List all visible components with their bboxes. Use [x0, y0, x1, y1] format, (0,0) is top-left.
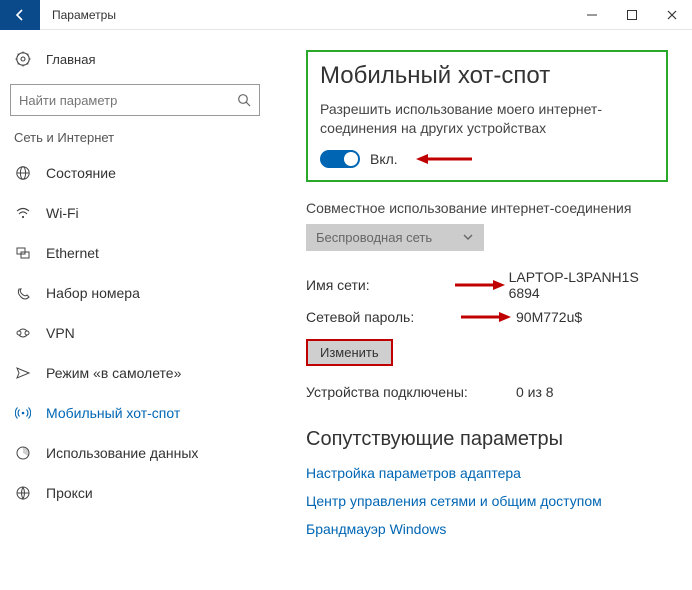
annotation-arrow-icon: [456, 310, 516, 324]
edit-button[interactable]: Изменить: [306, 339, 393, 366]
maximize-button[interactable]: [612, 0, 652, 30]
back-button[interactable]: [0, 0, 40, 30]
toggle-description: Разрешить использование моего интернет-с…: [320, 100, 654, 138]
network-password-row: Сетевой пароль: 90M772u$: [306, 309, 668, 325]
devices-connected-value: 0 из 8: [516, 384, 554, 400]
chevron-down-icon: [462, 231, 474, 243]
page-title: Мобильный хот-спот: [320, 62, 654, 90]
wifi-icon: [14, 205, 32, 221]
toggle-state-label: Вкл.: [370, 151, 398, 167]
gear-icon: [14, 51, 32, 67]
sidebar: Главная Сеть и Интернет Состояние Wi-Fi …: [0, 30, 270, 590]
globe-icon: [14, 165, 32, 181]
sidebar-item-vpn[interactable]: VPN: [4, 313, 266, 353]
annotation-arrow-icon: [451, 278, 509, 292]
airplane-icon: [14, 365, 32, 381]
search-box[interactable]: [10, 84, 260, 116]
sidebar-home[interactable]: Главная: [4, 42, 266, 76]
sidebar-item-label: Набор номера: [46, 285, 140, 301]
sidebar-item-airplane[interactable]: Режим «в самолете»: [4, 353, 266, 393]
highlight-box-green: Мобильный хот-спот Разрешить использован…: [306, 50, 668, 182]
annotation-arrow-icon: [416, 151, 472, 167]
sidebar-item-label: Мобильный хот-спот: [46, 405, 180, 421]
hotspot-icon: [14, 405, 32, 421]
share-connection-dropdown[interactable]: Беспроводная сеть: [306, 224, 484, 251]
minimize-button[interactable]: [572, 0, 612, 30]
search-input[interactable]: [19, 93, 219, 108]
network-name-value: LAPTOP-L3PANH1S 6894: [509, 269, 668, 301]
link-firewall[interactable]: Брандмауэр Windows: [306, 521, 668, 537]
network-password-value: 90M772u$: [516, 309, 582, 325]
network-password-label: Сетевой пароль:: [306, 309, 456, 325]
link-adapter-settings[interactable]: Настройка параметров адаптера: [306, 465, 668, 481]
sidebar-item-label: Прокси: [46, 485, 93, 501]
sidebar-item-hotspot[interactable]: Мобильный хот-спот: [4, 393, 266, 433]
network-name-label: Имя сети:: [306, 277, 451, 293]
sidebar-home-label: Главная: [46, 52, 95, 67]
dialup-icon: [14, 285, 32, 301]
close-button[interactable]: [652, 0, 692, 30]
sidebar-section-label: Сеть и Интернет: [4, 130, 266, 145]
title-bar: Параметры: [0, 0, 692, 30]
data-usage-icon: [14, 445, 32, 461]
devices-connected-row: Устройства подключены: 0 из 8: [306, 384, 668, 400]
sidebar-item-label: Состояние: [46, 165, 116, 181]
toggle-row: Вкл.: [320, 150, 654, 168]
devices-connected-label: Устройства подключены:: [306, 384, 516, 400]
vpn-icon: [14, 325, 32, 341]
sidebar-item-datausage[interactable]: Использование данных: [4, 433, 266, 473]
sidebar-item-label: Wi-Fi: [46, 205, 79, 221]
link-network-center[interactable]: Центр управления сетями и общим доступом: [306, 493, 668, 509]
network-name-row: Имя сети: LAPTOP-L3PANH1S 6894: [306, 269, 668, 301]
content-pane: Мобильный хот-спот Разрешить использован…: [270, 30, 692, 590]
search-icon: [237, 93, 251, 107]
sidebar-item-label: Режим «в самолете»: [46, 365, 181, 381]
sidebar-item-ethernet[interactable]: Ethernet: [4, 233, 266, 273]
related-settings-heading: Сопутствующие параметры: [306, 428, 668, 451]
arrow-left-icon: [13, 8, 27, 22]
sidebar-item-status[interactable]: Состояние: [4, 153, 266, 193]
sidebar-item-proxy[interactable]: Прокси: [4, 473, 266, 513]
window-controls: [572, 0, 692, 30]
ethernet-icon: [14, 245, 32, 261]
sidebar-item-label: VPN: [46, 325, 75, 341]
sidebar-item-wifi[interactable]: Wi-Fi: [4, 193, 266, 233]
window-title: Параметры: [52, 8, 572, 22]
sidebar-item-label: Использование данных: [46, 445, 198, 461]
proxy-icon: [14, 485, 32, 501]
share-connection-heading: Совместное использование интернет-соедин…: [306, 200, 668, 216]
hotspot-toggle[interactable]: [320, 150, 360, 168]
sidebar-item-dialup[interactable]: Набор номера: [4, 273, 266, 313]
sidebar-item-label: Ethernet: [46, 245, 99, 261]
dropdown-value: Беспроводная сеть: [316, 230, 432, 245]
